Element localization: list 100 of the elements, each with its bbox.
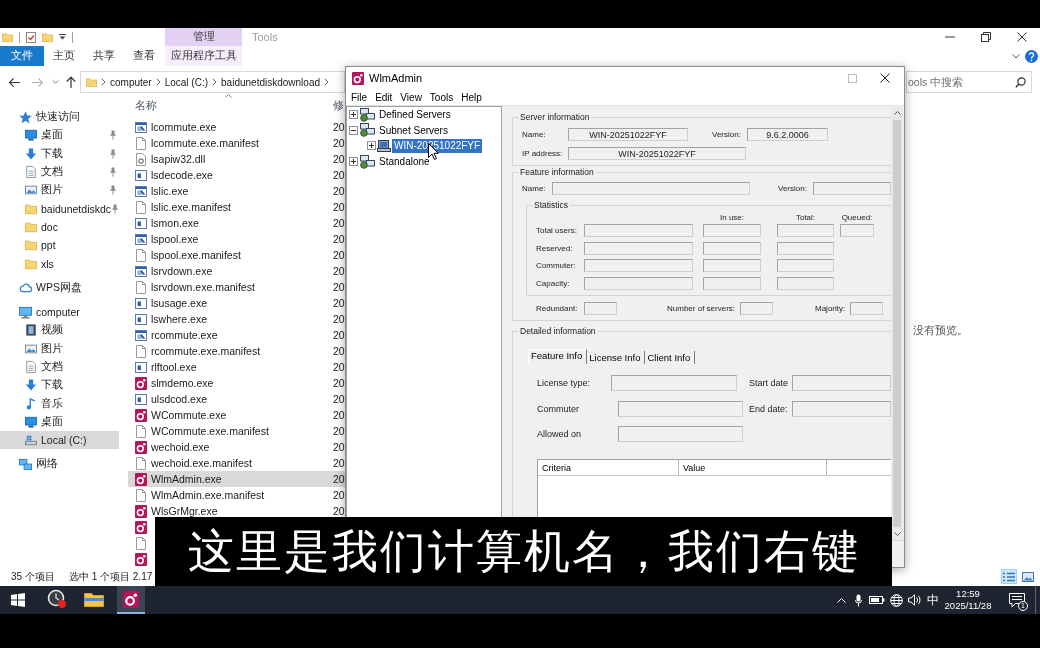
input-field[interactable] bbox=[703, 241, 761, 255]
input-field[interactable] bbox=[703, 259, 761, 273]
column-header[interactable]: 名称 bbox=[135, 99, 157, 113]
file-row[interactable]: slmdemo.exe 20 bbox=[128, 375, 345, 391]
clock-date[interactable]: 2025/11/28 bbox=[944, 600, 992, 612]
file-row[interactable]: lsmon.exe 20 bbox=[128, 215, 345, 231]
file-row[interactable]: lsrvdown.exe.manifest 20 bbox=[128, 279, 345, 295]
file-row[interactable]: lsdecode.exe 20 bbox=[128, 167, 345, 183]
folder-icon[interactable] bbox=[2, 32, 13, 42]
file-row[interactable]: lcommute.exe.manifest 20 bbox=[128, 135, 345, 151]
sidebar-item[interactable]: ppt bbox=[0, 236, 119, 255]
input-field[interactable] bbox=[740, 302, 773, 315]
sidebar-item[interactable]: 桌面 bbox=[0, 412, 119, 432]
sidebar-item[interactable]: 网络 bbox=[0, 455, 119, 474]
menu-item[interactable]: Help bbox=[457, 91, 486, 103]
breadcrumb-item[interactable]: Local (C:) bbox=[164, 76, 209, 88]
input-field[interactable] bbox=[584, 224, 693, 238]
input-field[interactable] bbox=[777, 276, 834, 290]
sidebar-item[interactable]: xls bbox=[0, 254, 119, 273]
file-row[interactable]: lslic.exe 20 bbox=[128, 183, 345, 199]
input-field[interactable] bbox=[840, 224, 874, 238]
file-row[interactable]: lsrvdown.exe 20 bbox=[128, 263, 345, 279]
file-row[interactable]: lswhere.exe 20 bbox=[128, 311, 345, 327]
input-field[interactable] bbox=[584, 302, 617, 315]
input-field[interactable] bbox=[850, 302, 883, 315]
file-row[interactable]: lspool.exe.manifest 20 bbox=[128, 247, 345, 263]
address-bar[interactable]: computer Local (C:) baidunetdiskdownload bbox=[80, 71, 345, 93]
sidebar-item[interactable]: 下载 bbox=[0, 144, 119, 163]
file-row[interactable]: ulsdcod.exe 20 bbox=[128, 391, 345, 407]
input-field[interactable]: WIN-20251022FYF bbox=[568, 147, 746, 160]
input-method-button[interactable]: 中 bbox=[925, 586, 941, 614]
column-header[interactable]: 修 bbox=[333, 99, 344, 113]
sidebar-item[interactable]: doc bbox=[0, 217, 119, 237]
expand-icon[interactable] bbox=[367, 141, 376, 151]
sidebar-item[interactable]: 快速访问 bbox=[0, 108, 119, 127]
input-field[interactable] bbox=[703, 224, 761, 238]
sidebar-item[interactable]: 桌面 bbox=[0, 126, 119, 145]
expand-icon[interactable] bbox=[349, 110, 358, 120]
properties-icon[interactable] bbox=[26, 31, 36, 43]
file-row[interactable]: rcommute.exe 20 bbox=[128, 327, 345, 343]
sidebar-item[interactable]: Local (C:) bbox=[0, 431, 119, 450]
menu-item[interactable]: View bbox=[396, 91, 426, 103]
collapse-icon[interactable] bbox=[349, 125, 358, 135]
scrollbar[interactable] bbox=[891, 107, 903, 540]
menu-item[interactable]: File bbox=[347, 91, 372, 103]
sidebar-item[interactable]: 图片 bbox=[0, 339, 119, 358]
help-icon[interactable] bbox=[1025, 49, 1038, 63]
input-field[interactable] bbox=[584, 241, 693, 255]
ribbon-tab[interactable]: 查看 bbox=[124, 46, 164, 66]
input-field[interactable] bbox=[618, 401, 743, 417]
input-field[interactable] bbox=[584, 259, 693, 273]
input-field[interactable] bbox=[618, 426, 743, 442]
input-field[interactable] bbox=[777, 241, 834, 255]
tab[interactable]: Feature Info bbox=[528, 349, 588, 364]
sidebar-item[interactable]: baidunetdiskdc bbox=[0, 199, 119, 218]
input-field[interactable] bbox=[552, 182, 750, 195]
breadcrumb-item[interactable]: baidunetdiskdownload bbox=[221, 76, 320, 88]
file-row[interactable]: WlsGrMgr.exe 20 bbox=[128, 503, 345, 519]
clock-time[interactable]: 12:59 bbox=[956, 588, 980, 600]
search-field[interactable]: ools 中搜索 bbox=[906, 71, 1032, 93]
ribbon-tab[interactable]: 应用程序工具 bbox=[165, 46, 242, 66]
tab[interactable]: Client Info bbox=[645, 351, 696, 364]
input-field[interactable]: 9.6.2.0006 bbox=[747, 128, 828, 141]
file-row[interactable]: wechoid.exe.manifest 20 bbox=[128, 455, 345, 471]
tree-item[interactable]: Subnet Servers bbox=[377, 123, 450, 138]
input-field[interactable] bbox=[777, 224, 834, 238]
tree-item[interactable]: Standalone bbox=[377, 154, 432, 169]
view-button[interactable] bbox=[1001, 569, 1017, 584]
input-field[interactable]: WIN-20251022FYF bbox=[568, 128, 688, 141]
sidebar-item[interactable]: WPS网盘 bbox=[0, 278, 119, 297]
input-field[interactable] bbox=[703, 276, 761, 290]
file-row[interactable]: WlmAdmin.exe.manifest 20 bbox=[128, 487, 345, 503]
menu-item[interactable]: Tools bbox=[425, 91, 458, 103]
sidebar-item[interactable]: 音乐 bbox=[0, 394, 119, 413]
file-row[interactable]: lspool.exe 20 bbox=[128, 231, 345, 247]
input-field[interactable] bbox=[792, 375, 891, 391]
view-button[interactable] bbox=[1020, 569, 1036, 584]
sidebar-item[interactable]: 下载 bbox=[0, 376, 119, 395]
sidebar-item[interactable]: 文档 bbox=[0, 162, 119, 182]
input-field[interactable] bbox=[584, 276, 693, 290]
expand-icon[interactable] bbox=[349, 157, 358, 167]
file-row[interactable]: rlftool.exe 20 bbox=[128, 359, 345, 375]
tree-item[interactable]: Defined Servers bbox=[377, 107, 453, 122]
file-row[interactable]: lsapiw32.dll 20 bbox=[128, 151, 345, 167]
sidebar-item[interactable]: 图片 bbox=[0, 181, 119, 200]
sidebar-item[interactable]: 文档 bbox=[0, 357, 119, 377]
scrollbar-thumb[interactable] bbox=[893, 120, 901, 527]
file-row[interactable]: lslic.exe.manifest 20 bbox=[128, 199, 345, 215]
tab[interactable]: License Info bbox=[587, 351, 646, 364]
file-row[interactable]: rcommute.exe.manifest 20 bbox=[128, 343, 345, 359]
ribbon-tab[interactable]: 主页 bbox=[44, 46, 84, 66]
caret-down-icon[interactable] bbox=[59, 34, 66, 40]
sidebar-item[interactable]: computer bbox=[0, 302, 119, 322]
input-field[interactable] bbox=[813, 182, 891, 195]
menu-item[interactable]: Edit bbox=[371, 91, 397, 103]
ribbon-tab[interactable]: 文件 bbox=[0, 46, 44, 66]
ribbon-tab[interactable]: 共享 bbox=[84, 46, 124, 66]
input-field[interactable] bbox=[792, 401, 891, 417]
taskbar-app-button[interactable] bbox=[117, 586, 145, 614]
file-row[interactable]: WCommute.exe.manifest 20 bbox=[128, 423, 345, 439]
